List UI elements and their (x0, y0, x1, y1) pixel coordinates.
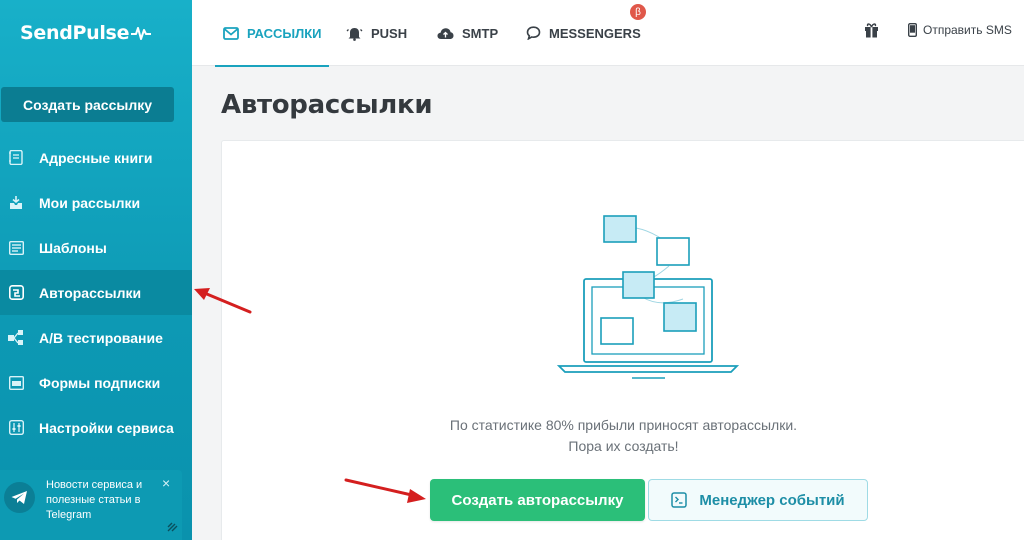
sidebar-item-service-settings[interactable]: Настройки сервиса (0, 405, 192, 450)
stat-text: По статистике 80% прибыли приносят автор… (222, 415, 1024, 457)
event-manager-label: Менеджер событий (699, 491, 845, 509)
top-navigation: РАССЫЛКИ PUSH SMTP MESSENGERS β Отправит… (192, 0, 1024, 67)
telegram-icon (4, 482, 35, 513)
brand-name: SendPulse (20, 22, 130, 44)
sidebar-item-my-campaigns[interactable]: Мои рассылки (0, 180, 192, 225)
tab-label: РАССЫЛКИ (247, 25, 322, 41)
sidebar-item-ab-testing[interactable]: A/B тестирование (0, 315, 192, 360)
sidebar-item-label: Адресные книги (39, 149, 153, 166)
laptop-illustration-icon (557, 215, 739, 379)
empty-state-card: По статистике 80% прибыли приносят автор… (221, 140, 1024, 540)
sidebar-item-label: Формы подписки (39, 374, 161, 391)
sidebar-item-autoresponders[interactable]: Авторассылки (0, 270, 192, 315)
sidebar-item-subscription-forms[interactable]: Формы подписки (0, 360, 192, 405)
telegram-banner[interactable]: Новости сервиса и полезные статьи в Tele… (0, 470, 182, 540)
settings-icon (8, 420, 24, 436)
sidebar-item-label: Авторассылки (39, 284, 142, 301)
sidebar: SendPulse Создать рассылку Адресные книг… (0, 0, 192, 540)
subscription-forms-icon (8, 375, 24, 391)
stat-line-1: По статистике 80% прибыли приносят автор… (449, 417, 798, 433)
tab-push[interactable]: PUSH (346, 0, 407, 66)
sidebar-item-label: Мои рассылки (39, 194, 141, 211)
beta-badge: β (630, 4, 646, 20)
sidebar-item-templates[interactable]: Шаблоны (0, 225, 192, 270)
tab-messengers[interactable]: MESSENGERS (526, 0, 641, 66)
address-book-icon (8, 150, 24, 166)
resize-handle-icon[interactable] (166, 519, 180, 538)
create-campaign-button[interactable]: Создать рассылку (1, 87, 174, 122)
campaigns-icon (8, 195, 24, 211)
logo[interactable]: SendPulse (0, 0, 192, 66)
templates-icon (8, 240, 24, 256)
sidebar-item-label: Настройки сервиса (39, 419, 174, 436)
terminal-icon (671, 492, 688, 508)
stat-line-2: Пора их создать! (568, 438, 679, 454)
event-manager-button[interactable]: Менеджер событий (648, 479, 868, 521)
sidebar-item-label: A/B тестирование (39, 329, 163, 346)
page-title: Авторассылки (221, 90, 433, 120)
automation-icon (8, 285, 24, 301)
tab-label: PUSH (371, 25, 408, 41)
close-icon[interactable]: × (162, 476, 170, 491)
pulse-icon (131, 27, 152, 40)
gift-icon[interactable] (864, 22, 879, 43)
telegram-banner-text: Новости сервиса и полезные статьи в Tele… (46, 479, 143, 521)
tab-label: SMTP (462, 25, 499, 41)
create-autoresponder-button[interactable]: Создать авторассылку (430, 479, 645, 521)
tab-campaigns[interactable]: РАССЫЛКИ (215, 0, 328, 67)
sidebar-nav: Адресные книги Мои рассылки Шаблоны Авто… (0, 135, 192, 450)
send-sms-link[interactable]: Отправить SMS (908, 0, 1012, 60)
email-icon (223, 26, 239, 40)
send-sms-label: Отправить SMS (923, 23, 1012, 37)
sidebar-item-label: Шаблоны (39, 239, 107, 256)
phone-icon (908, 23, 917, 37)
tab-smtp[interactable]: SMTP (437, 0, 498, 66)
cloud-icon (437, 27, 454, 40)
chat-icon (526, 26, 541, 40)
bell-icon (346, 26, 363, 41)
tab-label: MESSENGERS (549, 25, 641, 41)
sidebar-item-address-books[interactable]: Адресные книги (0, 135, 192, 180)
ab-test-icon (8, 330, 24, 346)
